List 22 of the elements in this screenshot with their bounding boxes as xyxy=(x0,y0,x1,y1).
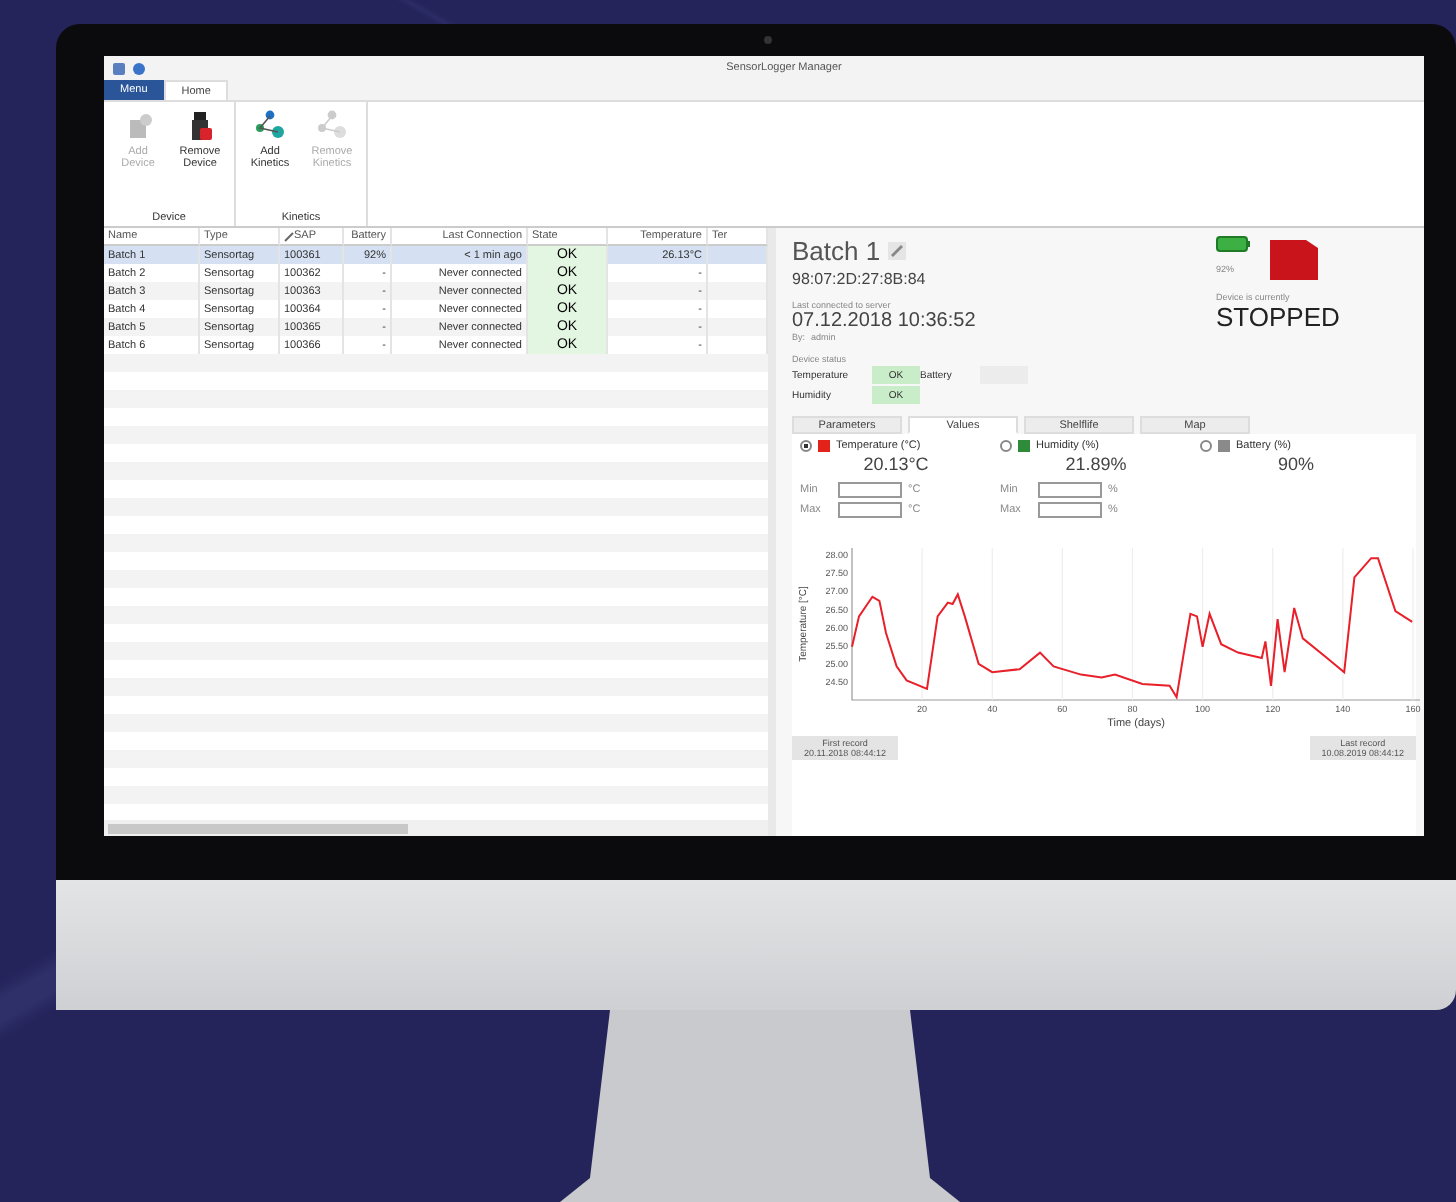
reading-value: 20.13°C xyxy=(861,454,931,474)
radio-button[interactable] xyxy=(1000,440,1012,452)
battery-icon xyxy=(1216,236,1250,252)
nodes-icon xyxy=(254,110,286,142)
device-photo xyxy=(1266,236,1322,280)
pencil-icon xyxy=(888,242,907,260)
input-field[interactable] xyxy=(1038,482,1102,498)
input-field[interactable] xyxy=(1038,502,1102,518)
radio-button[interactable] xyxy=(800,440,812,452)
scrollbar-thumb[interactable] xyxy=(108,823,408,833)
input-field[interactable] xyxy=(838,502,902,518)
nodes-icon xyxy=(316,110,348,142)
mac-address: 98:07:2D:27:8B:84 xyxy=(792,270,928,288)
webcam-dot xyxy=(764,36,772,44)
device-name: Batch 1 xyxy=(792,236,881,266)
input-field[interactable] xyxy=(838,482,902,498)
reading-value: 90% xyxy=(1275,454,1316,474)
radio-button[interactable] xyxy=(1200,440,1212,452)
reading-value: 21.89% xyxy=(1063,454,1129,474)
pencil-icon xyxy=(284,231,294,241)
device-state: STOPPED xyxy=(1216,302,1340,332)
last-connected-date: 07.12.2018 10:36:52 xyxy=(792,310,978,332)
